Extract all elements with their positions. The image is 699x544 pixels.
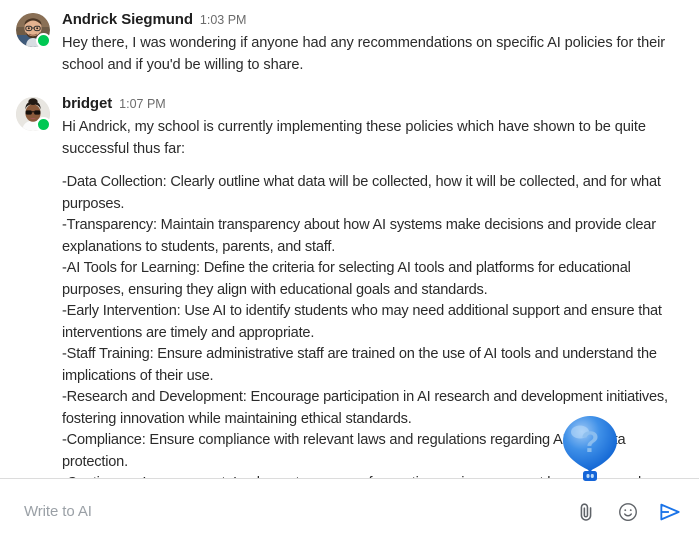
sender-name: Andrick Siegmund [62, 11, 193, 28]
avatar[interactable] [16, 13, 51, 48]
attach-file-button[interactable] [573, 499, 599, 525]
message-text: Hey there, I was wondering if anyone had… [62, 35, 670, 73]
chat-window: Andrick Siegmund 1:03 PM Hey there, I wa… [0, 0, 699, 544]
send-icon [660, 503, 680, 520]
policy-item: -Data Collection: Clearly outline what d… [62, 174, 661, 212]
avatar[interactable] [16, 97, 51, 132]
message-header: bridget 1:07 PM [62, 94, 683, 114]
status-indicator-online [36, 33, 51, 48]
message-timestamp: 1:03 PM [199, 13, 247, 27]
message-timestamp: 1:07 PM [119, 97, 166, 111]
message-list: Andrick Siegmund 1:03 PM Hey there, I wa… [0, 0, 699, 478]
status-indicator-online [36, 117, 51, 132]
message-item: Andrick Siegmund 1:03 PM Hey there, I wa… [16, 10, 683, 76]
question-mark-balloon-icon: ? [563, 416, 617, 481]
smiley-icon [619, 502, 637, 521]
message-input[interactable] [24, 503, 563, 520]
policy-item: -Early Intervention: Use AI to identify … [62, 303, 662, 341]
policy-item: -Staff Training: Ensure administrative s… [62, 346, 657, 384]
paperclip-icon [580, 503, 592, 521]
composer-actions [573, 499, 683, 525]
policy-item: -Transparency: Maintain transparency abo… [62, 217, 656, 255]
policy-item: -AI Tools for Learning: Define the crite… [62, 260, 631, 298]
message-intro-text: Hi Andrick, my school is currently imple… [62, 119, 650, 157]
sender-name: bridget [62, 95, 113, 112]
svg-text:?: ? [581, 426, 599, 459]
message-header: Andrick Siegmund 1:03 PM [62, 10, 683, 30]
emoji-picker-button[interactable] [615, 499, 641, 525]
send-message-button[interactable] [657, 499, 683, 525]
message-content: Andrick Siegmund 1:03 PM Hey there, I wa… [62, 10, 683, 76]
help-balloon-button[interactable]: ? [559, 414, 621, 488]
